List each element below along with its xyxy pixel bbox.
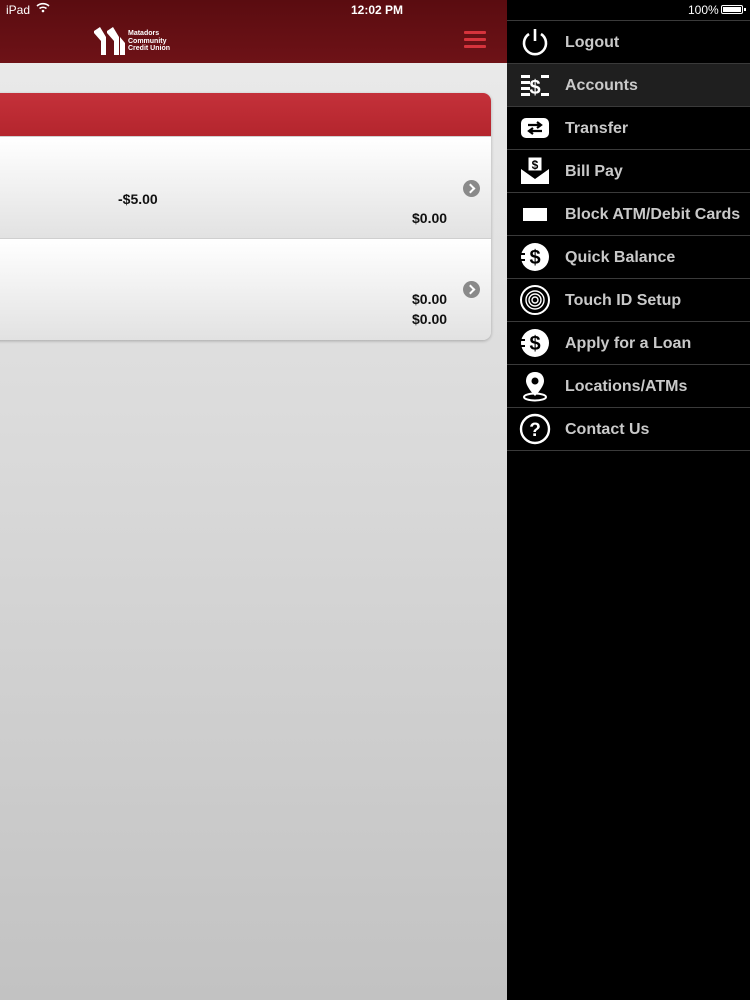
logo-text: Matadors Community Credit Union (128, 30, 170, 52)
svg-text:$: $ (529, 247, 540, 269)
svg-text:$: $ (532, 158, 539, 172)
side-menu: Logout $ Accounts Transfer $ Bill Pay Bl… (507, 0, 750, 1000)
battery-percent: 100% (688, 3, 719, 17)
menu-item-label: Locations/ATMs (565, 377, 688, 395)
dollar-icon: $ (520, 329, 549, 357)
menu-item-label: Logout (565, 33, 620, 51)
clock: 12:02 PM (351, 3, 404, 17)
svg-text:$: $ (529, 333, 540, 355)
menu-item-bill-pay[interactable]: $ Bill Pay (507, 149, 750, 192)
account-available: $0.00 (412, 311, 448, 327)
menu-item-block-card[interactable]: Block ATM/Debit Cards (507, 192, 750, 235)
card-icon (523, 208, 547, 221)
menu-item-label: Block ATM/Debit Cards (565, 205, 741, 223)
question-icon: ? (519, 413, 551, 445)
accounts-card-header (0, 93, 491, 136)
status-bar: iPad 12:02 PM 100% (0, 0, 750, 20)
bill-pay-icon: $ (521, 156, 549, 184)
menu-item-contact[interactable]: ? Contact Us (507, 407, 750, 451)
menu-item-label: Contact Us (565, 420, 650, 438)
location-pin-icon (523, 372, 547, 402)
accounts-card: -$5.00 $0.00 $0.00 $0.00 (0, 93, 491, 340)
logo-mark-icon (94, 27, 125, 55)
battery-icon (721, 5, 746, 14)
transfer-icon (521, 118, 549, 138)
fingerprint-icon (520, 285, 550, 315)
menu-item-logout[interactable]: Logout (507, 20, 750, 63)
menu-item-label: Transfer (565, 119, 629, 137)
menu-item-label: Quick Balance (565, 248, 676, 266)
menu-item-label: Touch ID Setup (565, 291, 682, 309)
menu-item-touch-id[interactable]: Touch ID Setup (507, 278, 750, 321)
menu-item-accounts[interactable]: $ Accounts (507, 63, 750, 106)
main-panel: Matadors Community Credit Union -$5.00 $… (0, 0, 507, 1000)
accounts-icon: $ (521, 75, 549, 99)
menu-item-label: Bill Pay (565, 162, 623, 180)
account-balance: $0.00 (412, 291, 448, 307)
menu-item-apply-loan[interactable]: $ Apply for a Loan (507, 321, 750, 364)
account-row[interactable]: -$5.00 $0.00 (0, 136, 491, 238)
hamburger-menu-icon[interactable] (464, 31, 486, 48)
account-row[interactable]: $0.00 $0.00 (0, 238, 491, 340)
menu-item-quick-balance[interactable]: $ Quick Balance (507, 235, 750, 278)
menu-item-transfer[interactable]: Transfer (507, 106, 750, 149)
menu-item-locations[interactable]: Locations/ATMs (507, 364, 750, 407)
menu-item-label: Apply for a Loan (565, 334, 692, 352)
svg-text:?: ? (529, 420, 541, 441)
menu-item-label: Accounts (565, 76, 638, 94)
chevron-right-icon[interactable] (463, 180, 480, 197)
account-balance: -$5.00 (118, 191, 158, 207)
svg-text:$: $ (529, 77, 540, 99)
account-available: $0.00 (412, 210, 448, 226)
dollar-icon: $ (520, 243, 549, 271)
credit-union-logo: Matadors Community Credit Union (93, 27, 173, 59)
carrier-label: iPad (6, 3, 31, 17)
power-icon (522, 29, 548, 56)
wifi-icon (36, 2, 50, 13)
chevron-right-icon[interactable] (463, 281, 480, 298)
